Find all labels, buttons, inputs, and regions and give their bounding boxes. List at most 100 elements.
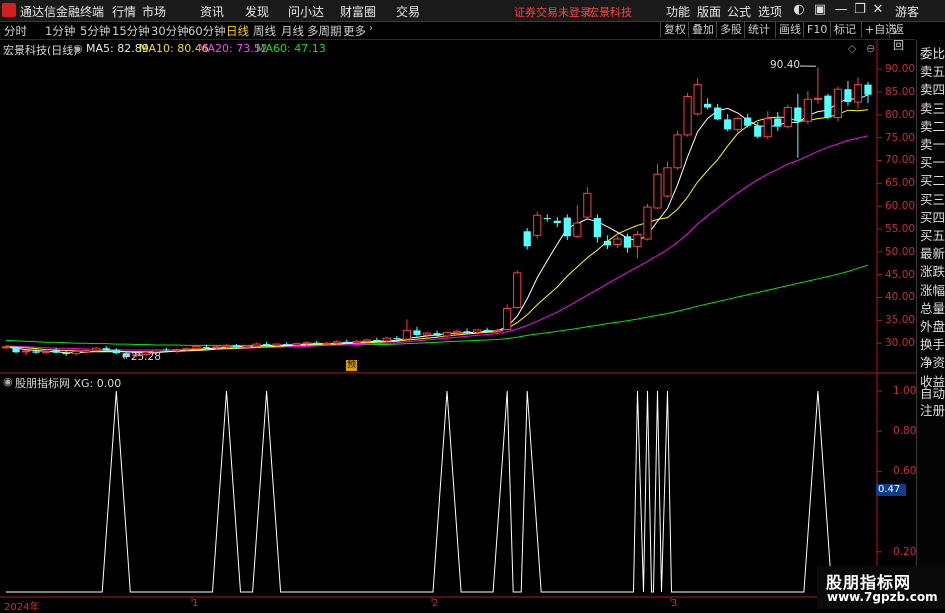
indicator-settings-icon[interactable]: ◉ (3, 375, 13, 388)
menu-wealth-circle[interactable]: 财富圈 (340, 3, 376, 20)
menu-market[interactable]: 市场 (142, 3, 166, 20)
f10-button[interactable]: F10 (803, 22, 830, 38)
candle-body (183, 349, 190, 350)
minimize-icon[interactable]: — (833, 2, 849, 18)
side-item-12[interactable]: 涨跌 (920, 264, 945, 280)
side-item-7[interactable]: 买二 (920, 173, 945, 189)
menu-layout[interactable]: 版面 (697, 3, 721, 20)
candle-body (694, 85, 701, 114)
maximize-icon[interactable]: ❐ (852, 2, 868, 18)
tab-5min[interactable]: 5分钟 (80, 23, 110, 39)
side-item-0[interactable]: 委比 (920, 46, 945, 62)
candle-body (22, 351, 29, 352)
candle-body (734, 118, 741, 129)
candle (63, 351, 70, 356)
login-notice[interactable]: 证券交易未登录 (514, 4, 591, 20)
side-item-15[interactable]: 外盘 (920, 319, 945, 335)
side-item-1[interactable]: 卖五 (920, 64, 945, 80)
candle-body (814, 98, 821, 99)
x-label-feb: 2 (432, 598, 438, 609)
draw-line-button[interactable]: 画线 (775, 22, 804, 38)
side-item-17[interactable]: 净资 (920, 355, 945, 371)
menu-trade[interactable]: 交易 (396, 3, 420, 20)
candle-body (854, 85, 861, 102)
back-button[interactable]: 返回 (889, 22, 915, 38)
skin-icon[interactable]: ◐ (791, 2, 807, 18)
candle-body (794, 107, 801, 121)
menu-ask-xiaoda[interactable]: 问小达 (288, 3, 324, 20)
menu-discover[interactable]: 发现 (245, 3, 269, 20)
candle (654, 164, 661, 209)
side-item-2[interactable]: 卖四 (920, 82, 945, 98)
event-badge[interactable]: 预 (346, 360, 357, 371)
side-item-16[interactable]: 换手 (920, 337, 945, 353)
menu-quotes[interactable]: 行情 (112, 3, 136, 20)
statistics-button[interactable]: 统计 (744, 22, 773, 38)
candle-body (824, 96, 831, 118)
ma20-line (6, 136, 868, 350)
candle-body (223, 345, 230, 346)
candle-body (2, 347, 9, 348)
candle (844, 81, 851, 106)
tab-60min[interactable]: 60分钟 (188, 23, 226, 39)
register-button[interactable]: 注册 (920, 403, 945, 419)
side-item-6[interactable]: 买一 (920, 155, 945, 171)
candle-body (484, 330, 491, 331)
tab-multi-period[interactable]: 多周期 (307, 23, 342, 39)
period-toolbar: 分时 1分钟 5分钟 15分钟 30分钟 60分钟 日线 周线 月线 多周期 更… (0, 22, 915, 40)
candle-body (83, 350, 90, 351)
candle (574, 205, 581, 238)
app-logo-icon (2, 3, 16, 17)
candle-body (754, 126, 761, 137)
side-item-9[interactable]: 买四 (920, 210, 945, 226)
tab-15min[interactable]: 15分钟 (112, 23, 150, 39)
menu-formula[interactable]: 公式 (727, 3, 751, 20)
tab-monthly[interactable]: 月线 (281, 23, 304, 39)
menu-function[interactable]: 功能 (666, 3, 690, 20)
mark-button[interactable]: 标记 (830, 22, 859, 38)
y-tick-indicator: 0.60 (893, 465, 916, 477)
side-item-8[interactable]: 买三 (920, 192, 945, 208)
tab-weekly[interactable]: 周线 (253, 23, 276, 39)
tab-timeshare[interactable]: 分时 (4, 23, 27, 39)
candle-body (544, 218, 551, 219)
menu-options[interactable]: 选项 (758, 3, 782, 20)
side-item-10[interactable]: 买五 (920, 228, 945, 244)
tab-daily[interactable]: 日线 (226, 23, 249, 39)
side-item-4[interactable]: 卖二 (920, 119, 945, 135)
y-tick-indicator: 0.20 (893, 546, 916, 558)
candle-body (624, 236, 631, 247)
x-label-mar: 3 (671, 598, 677, 609)
candle-body (534, 215, 541, 235)
kline-chart[interactable] (0, 40, 916, 609)
candle-body (714, 107, 721, 119)
candle-body (423, 333, 430, 335)
side-item-11[interactable]: 最新 (920, 246, 945, 262)
tab-30min[interactable]: 30分钟 (151, 23, 189, 39)
multi-stock-button[interactable]: 多股 (716, 22, 745, 38)
candle-body (774, 118, 781, 126)
side-item-5[interactable]: 卖一 (920, 137, 945, 153)
candle (22, 350, 29, 355)
tab-more[interactable]: 更多 (343, 23, 366, 39)
candle-body (834, 89, 841, 117)
indicator-title: 股朋指标网 XG: 0.00 (15, 375, 121, 391)
menu-news[interactable]: 资讯 (200, 3, 224, 20)
close-icon[interactable]: ✕ (870, 2, 886, 18)
candle (12, 346, 19, 353)
overlay-button[interactable]: 叠加 (688, 22, 717, 38)
side-item-14[interactable]: 总量 (920, 301, 945, 317)
candle (584, 187, 591, 219)
candle-body (784, 107, 791, 126)
candle-body (163, 350, 170, 351)
candle-body (463, 331, 470, 332)
side-item-3[interactable]: 卖三 (920, 101, 945, 117)
restore-rights-button[interactable]: 复权 (660, 22, 689, 38)
candle-body (293, 344, 300, 345)
tab-1min[interactable]: 1分钟 (45, 23, 75, 39)
side-item-13[interactable]: 涨幅 (920, 283, 945, 299)
more-chevron-icon[interactable]: › (369, 23, 373, 34)
user-label[interactable]: 游客 (895, 3, 919, 20)
settings-icon[interactable]: ▣ (812, 2, 828, 18)
auto-button[interactable]: 自动 (920, 386, 945, 402)
